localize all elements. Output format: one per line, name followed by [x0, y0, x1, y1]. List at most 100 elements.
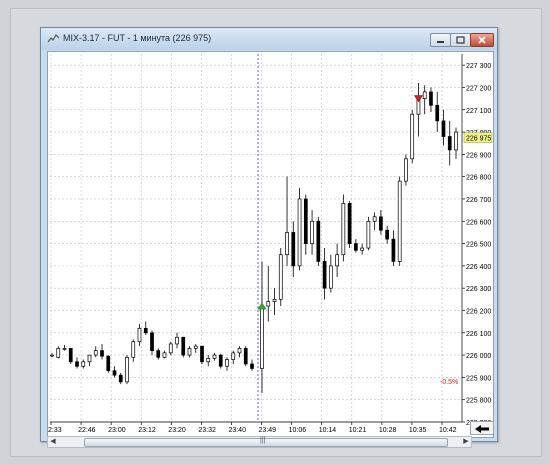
- x-tick-label: 10:42: [439, 427, 457, 434]
- candle: [250, 363, 254, 369]
- candle: [125, 356, 129, 383]
- candle: [137, 327, 142, 343]
- maximize-button[interactable]: [450, 33, 471, 47]
- candle: [231, 352, 236, 360]
- candle: [335, 254, 339, 267]
- y-tick-label: 226 300: [466, 286, 491, 293]
- window-title: MIX-3.17 - FUT - 1 минута (226 975): [63, 33, 212, 43]
- y-tick-label: 226 700: [466, 197, 491, 204]
- x-tick-label: 23:32: [198, 427, 216, 434]
- candle: [243, 348, 248, 365]
- y-tick-label: 227 200: [466, 85, 491, 92]
- y-tick-label: 227 300: [466, 63, 491, 70]
- minimize-button[interactable]: [430, 33, 451, 47]
- candle: [341, 203, 346, 256]
- y-tick-label: 226 200: [466, 308, 491, 315]
- close-icon: [478, 36, 486, 44]
- candle: [360, 247, 364, 251]
- y-tick-label: 226 500: [466, 242, 491, 249]
- candle: [303, 198, 308, 244]
- candle: [100, 350, 104, 357]
- candlestick-chart[interactable]: 2:33 22:46 23:00 23:12 23:20 23:32 23:40 23:49 1…: [48, 52, 493, 437]
- y-tick-label: 226 400: [466, 264, 491, 271]
- candle: [150, 332, 154, 351]
- y-tick-label: 226 100: [466, 331, 491, 338]
- x-tick-label: 10:06: [289, 427, 307, 434]
- candle: [316, 220, 321, 262]
- candle: [422, 91, 427, 99]
- candle: [112, 370, 117, 376]
- candle: [87, 354, 92, 363]
- candle: [237, 348, 242, 354]
- scroll-left-icon[interactable]: ◀: [48, 437, 58, 447]
- scroll-grip: |||: [260, 437, 266, 444]
- maximize-icon: [456, 36, 465, 44]
- x-tick-label: 23:20: [168, 427, 186, 434]
- candle: [106, 355, 111, 372]
- y-tick-label: 226 800: [466, 175, 491, 182]
- scroll-thumb[interactable]: |||: [84, 437, 448, 447]
- current-price-label: 226 975: [466, 136, 491, 143]
- candle: [397, 180, 402, 262]
- candle: [68, 348, 73, 363]
- y-tick-label: 226 600: [466, 219, 491, 226]
- candle: [435, 104, 440, 122]
- candle: [385, 229, 390, 240]
- candle: [410, 113, 415, 160]
- x-axis: 2:33 22:46 23:00 23:12 23:20 23:32 23:40 23:49 1…: [48, 421, 462, 434]
- candle: [56, 348, 61, 358]
- percent-annotation: -0.5%: [440, 379, 458, 386]
- title-bar[interactable]: MIX-3.17 - FUT - 1 минута (226 975): [41, 28, 497, 50]
- candle: [93, 350, 98, 356]
- minimize-icon: [437, 41, 444, 43]
- candle: [310, 220, 314, 244]
- candle: [366, 220, 371, 249]
- candle: [156, 350, 161, 358]
- candle: [429, 91, 433, 106]
- y-tick-label: 225 800: [466, 398, 491, 405]
- candles: [50, 82, 458, 394]
- candle: [328, 265, 333, 289]
- candle: [285, 232, 289, 256]
- trade-markers: [257, 95, 424, 310]
- candle: [131, 341, 136, 358]
- candle: [354, 243, 358, 251]
- candle: [62, 348, 67, 350]
- candle: [187, 348, 192, 356]
- candle: [81, 361, 86, 367]
- close-button[interactable]: [470, 33, 494, 47]
- candle: [118, 374, 123, 383]
- x-tick-label: 10:14: [319, 427, 337, 434]
- y-tick-label: 226 000: [466, 353, 491, 360]
- x-tick-label: 23:40: [228, 427, 246, 434]
- candle: [212, 354, 217, 359]
- candle: [193, 345, 198, 349]
- candle: [218, 354, 223, 367]
- buy-marker-icon: [257, 302, 267, 310]
- candle: [372, 216, 377, 222]
- y-tick-label: 227 100: [466, 108, 491, 115]
- chart-window[interactable]: MIX-3.17 - FUT - 1 минута (226 975) 2:33…: [40, 27, 498, 448]
- candle: [441, 120, 446, 137]
- horizontal-scrollbar[interactable]: ◀ ||| ▶: [47, 436, 472, 448]
- x-tick-label: 10:35: [409, 427, 427, 434]
- y-axis: 227 300227 200227 100227 000226 900226 8…: [461, 54, 491, 427]
- y-tick-label: 225 900: [466, 375, 491, 382]
- candle: [404, 158, 408, 182]
- x-tick-label: 23:00: [108, 427, 126, 434]
- candle: [447, 136, 452, 151]
- chart-area[interactable]: 2:33 22:46 23:00 23:12 23:20 23:32 23:40 23:49 1…: [47, 51, 494, 438]
- candle: [168, 343, 173, 354]
- candle: [278, 254, 283, 300]
- candle: [266, 301, 271, 307]
- candle: [347, 203, 352, 244]
- x-tick-label: 23:49: [259, 427, 277, 434]
- candle: [200, 345, 204, 363]
- candle: [379, 216, 383, 231]
- scroll-right-icon[interactable]: ▶: [461, 437, 471, 447]
- candle: [50, 354, 54, 357]
- candle: [291, 232, 296, 267]
- scroll-to-end-button[interactable]: [470, 421, 494, 435]
- x-tick-label: 10:21: [349, 427, 367, 434]
- app-icon: [47, 34, 60, 43]
